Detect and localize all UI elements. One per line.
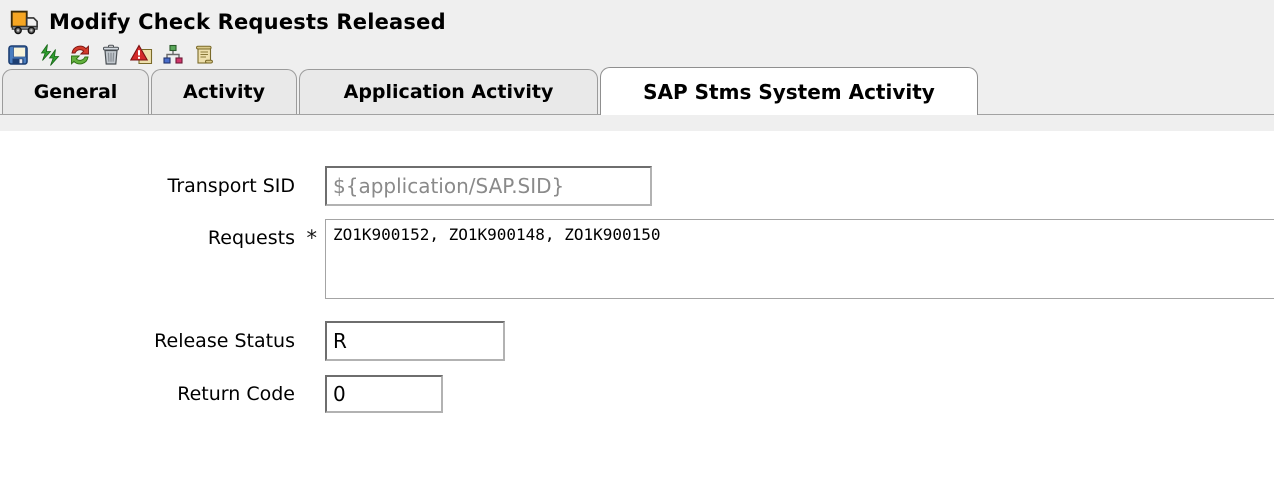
- tab-application-activity-label: Application Activity: [343, 81, 554, 103]
- release-status-label: Release Status: [154, 330, 295, 352]
- tab-activity-label: Activity: [183, 81, 265, 103]
- execute-button[interactable]: [37, 43, 61, 67]
- return-code-row: Return Code: [0, 375, 1274, 413]
- save-button[interactable]: [6, 43, 30, 67]
- requests-label-text: Requests: [207, 227, 295, 249]
- tab-sap-stms-system-activity[interactable]: SAP Stms System Activity: [600, 67, 978, 115]
- green-double-arrows-icon: [40, 44, 60, 66]
- return-code-input[interactable]: [325, 375, 443, 413]
- save-icon: [8, 45, 28, 65]
- script-button[interactable]: [192, 43, 216, 67]
- requests-textarea[interactable]: [325, 219, 1274, 299]
- validate-button[interactable]: [130, 43, 154, 67]
- red-green-circular-arrows-icon: [71, 45, 89, 65]
- tab-activity[interactable]: Activity: [151, 69, 297, 114]
- requests-row: Requests *: [0, 219, 1274, 299]
- transport-sid-row: Transport SID: [0, 166, 1274, 206]
- node-tree-icon: [163, 44, 183, 64]
- release-status-row: Release Status: [0, 321, 1274, 361]
- tab-sap-stms-system-activity-label: SAP Stms System Activity: [643, 79, 935, 104]
- delete-button[interactable]: [99, 43, 123, 67]
- scroll-icon: [196, 45, 213, 64]
- tab-application-activity[interactable]: Application Activity: [299, 69, 598, 114]
- truck-icon: [10, 10, 38, 35]
- dependencies-button[interactable]: [161, 43, 185, 67]
- trash-icon: [103, 44, 119, 65]
- tab-general-label: General: [33, 81, 118, 103]
- requests-label: Requests *: [0, 219, 325, 251]
- header: Modify Check Requests Released: [0, 0, 1274, 35]
- required-marker: *: [306, 226, 318, 250]
- warning-scroll-icon: [130, 44, 153, 65]
- tab-content: Transport SID Requests * Release Status …: [0, 131, 1274, 486]
- tab-bar: General Activity Application Activity SA…: [0, 67, 1274, 115]
- return-code-label: Return Code: [177, 383, 295, 405]
- top-panel: Modify Check Requests Released General A…: [0, 0, 1274, 131]
- release-status-input[interactable]: [325, 321, 505, 361]
- refresh-button[interactable]: [68, 43, 92, 67]
- transport-sid-input[interactable]: [325, 166, 652, 206]
- transport-sid-label: Transport SID: [167, 175, 296, 197]
- tab-general[interactable]: General: [2, 69, 149, 114]
- page-title: Modify Check Requests Released: [49, 10, 446, 34]
- toolbar: [0, 43, 1274, 67]
